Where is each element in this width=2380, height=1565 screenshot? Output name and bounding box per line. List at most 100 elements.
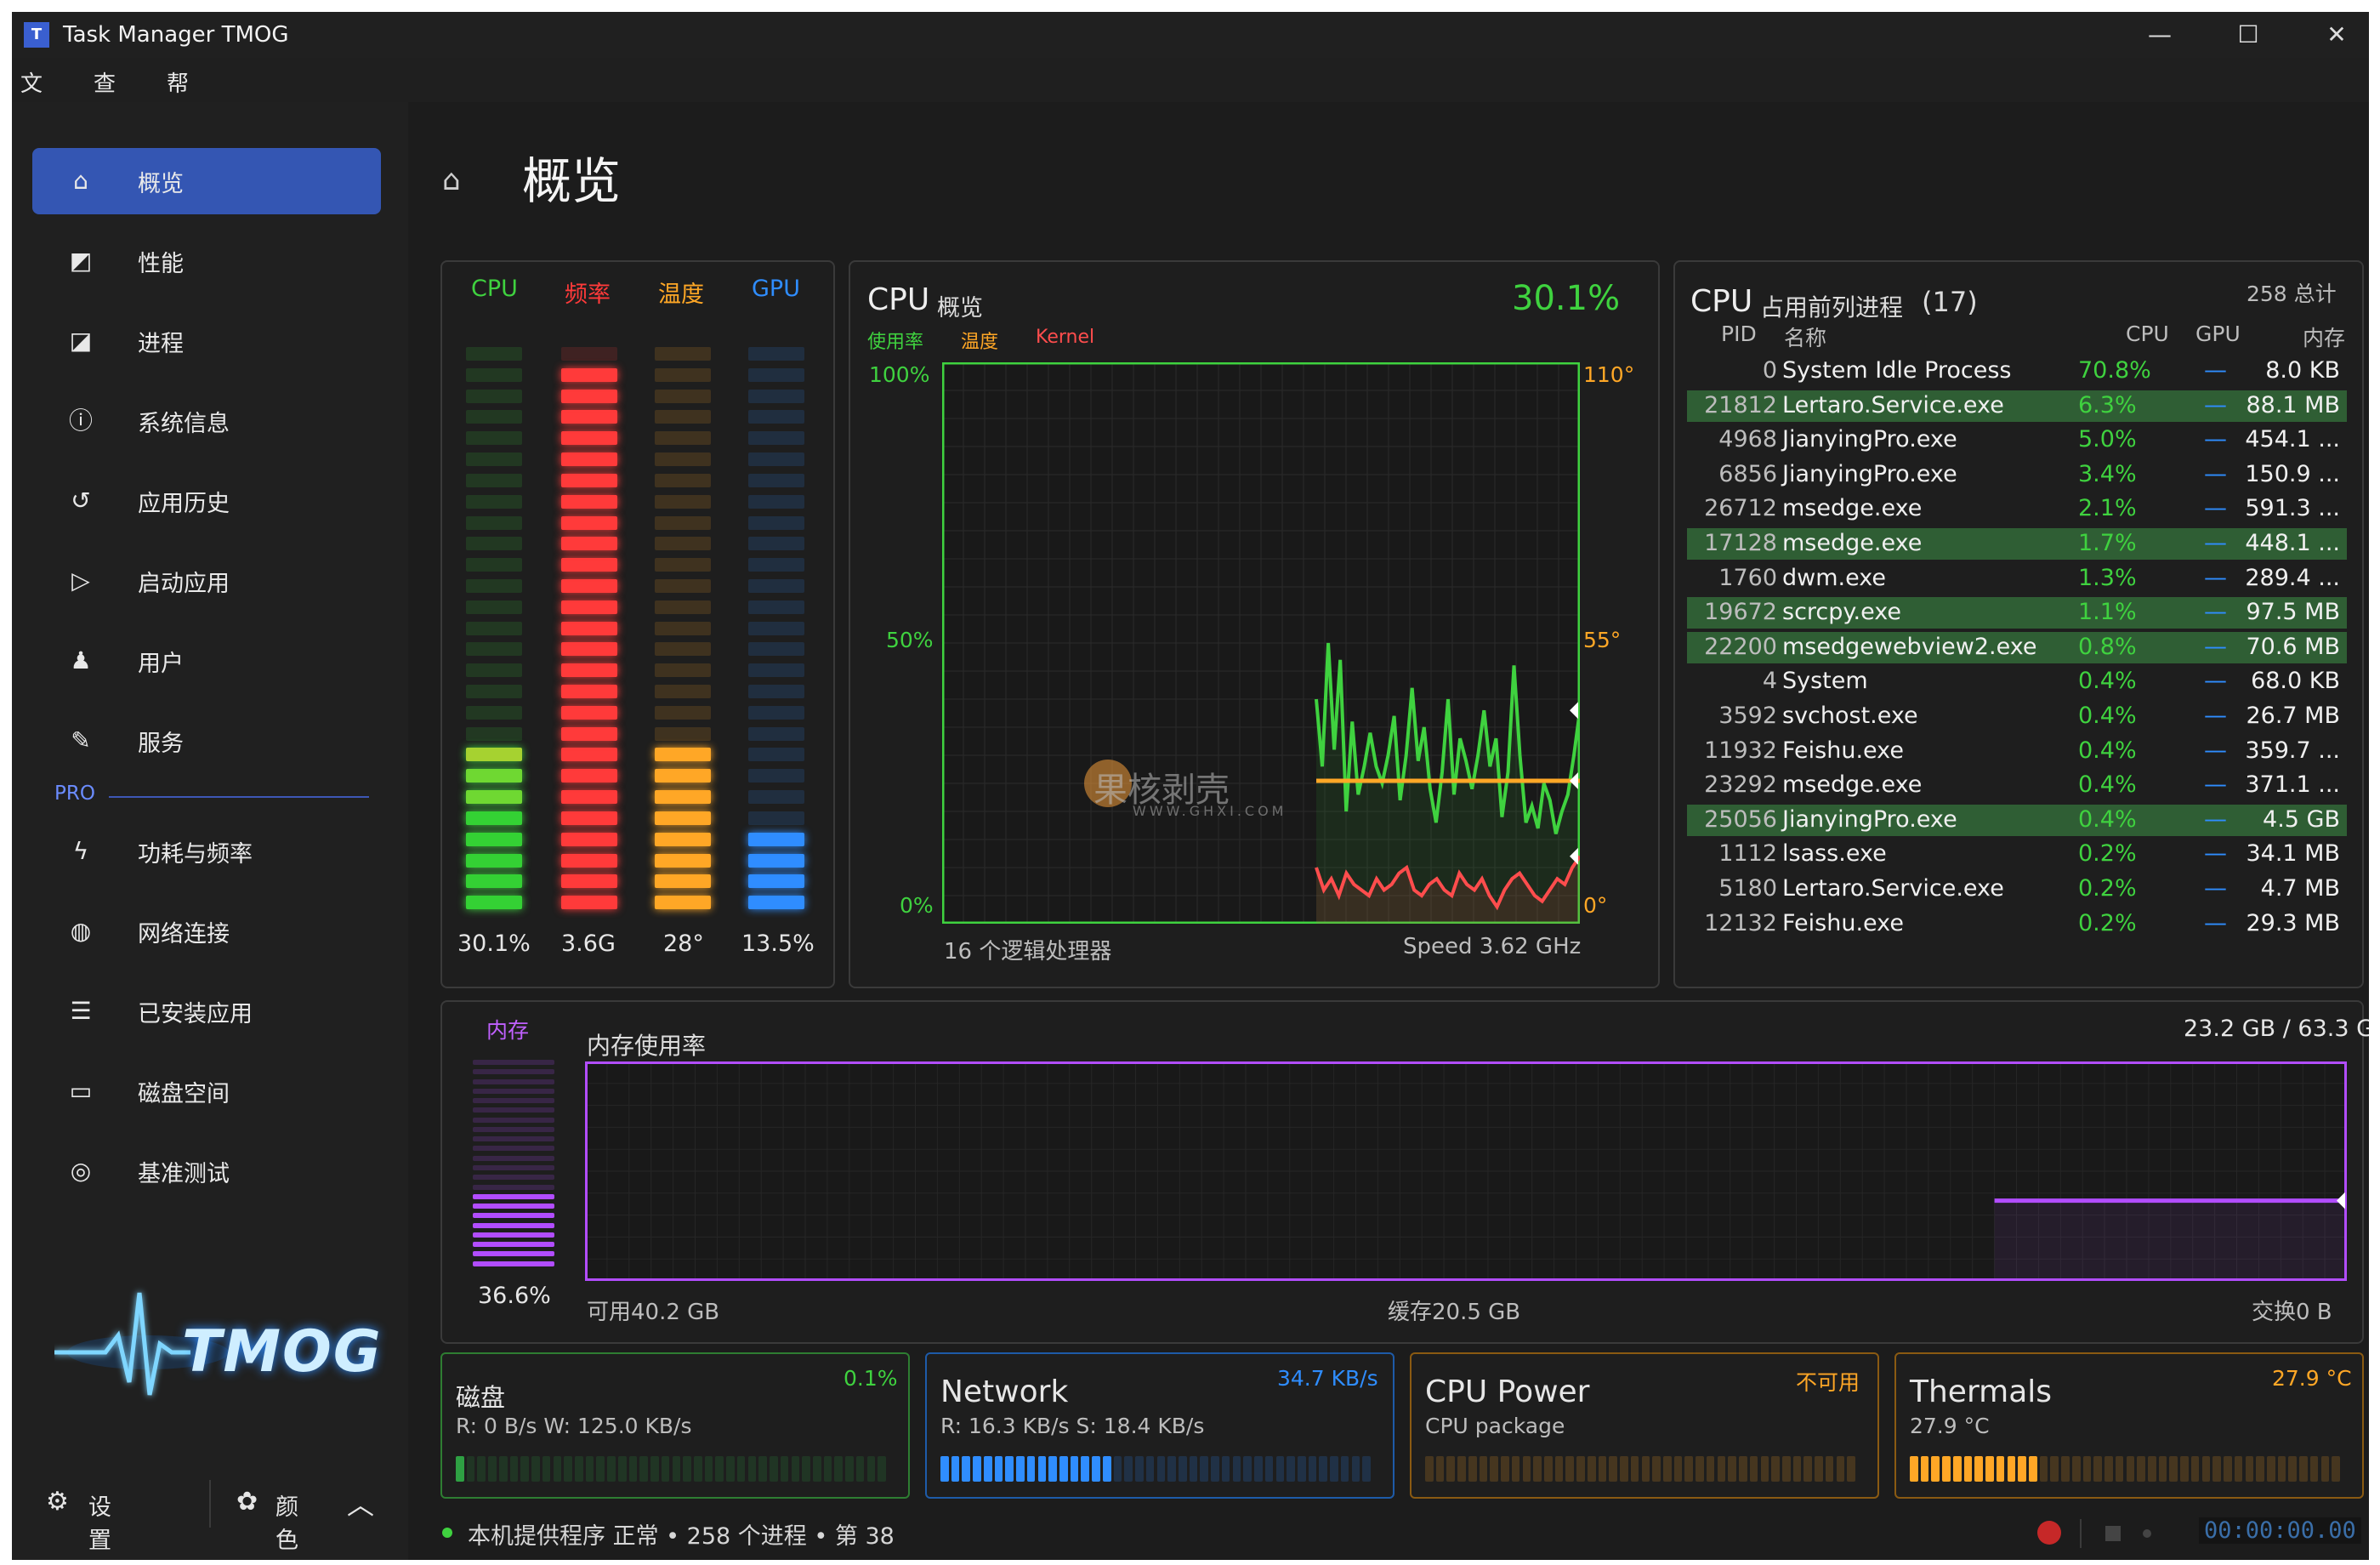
process-pid-cell: 17128	[1704, 530, 1777, 556]
cpu-power-card[interactable]: CPU Power 不可用 CPU package	[1410, 1352, 1879, 1499]
activity-segment	[962, 1456, 971, 1482]
activity-segment	[1781, 1456, 1791, 1482]
sidebar-item-network[interactable]: ◍ 网络连接	[32, 898, 381, 965]
gauge-segment	[748, 473, 804, 487]
gauge-segment	[748, 410, 804, 424]
process-row[interactable]: 4968 JianyingPro.exe 5.0% — 454.1 ...	[1687, 424, 2347, 456]
disk-card[interactable]: 磁盘 0.1% R: 0 B/s W: 125.0 KB/s	[440, 1352, 910, 1499]
process-mem-cell: 359.7 ...	[2245, 737, 2340, 764]
stop-icon[interactable]	[2105, 1526, 2121, 1541]
process-row[interactable]: 3592 svchost.exe 0.4% — 26.7 MB	[1687, 701, 2347, 732]
sidebar-item-app-history[interactable]: ↺ 应用历史	[32, 468, 381, 534]
activity-segment	[1167, 1456, 1176, 1482]
gauge-segment	[655, 537, 711, 551]
sidebar-item-services[interactable]: ✎ 服务	[32, 708, 381, 774]
memory-panel: 内存 36.6% 内存使用率 23.2 GB / 63.3 GB 可用40.2 …	[440, 1000, 2369, 1344]
gauge-segment	[466, 347, 522, 361]
cpu-speed-label: Speed 3.62 GHz	[1403, 934, 1582, 959]
activity-segment	[1113, 1456, 1122, 1482]
process-row[interactable]: 1760 dwm.exe 1.3% — 289.4 ...	[1687, 563, 2347, 595]
cpu-overview-subtitle: 概览	[937, 295, 983, 322]
thermals-card[interactable]: Thermals 27.9 °C 27.9 °C	[1894, 1352, 2364, 1499]
col-pid[interactable]: PID	[1721, 322, 1757, 346]
activity-segment	[1996, 1456, 2005, 1482]
minimize-button[interactable]: —	[2116, 12, 2204, 58]
process-row[interactable]: 25056 JianyingPro.exe 0.4% — 4.5 GB	[1687, 804, 2347, 836]
process-row[interactable]: 1112 lsass.exe 0.2% — 34.1 MB	[1687, 839, 2347, 870]
activity-segment	[2029, 1456, 2037, 1482]
process-cpu-cell: 1.3%	[2078, 564, 2137, 591]
gpu-gauge-value: 13.5%	[741, 930, 815, 957]
process-pid-cell: 1112	[1718, 840, 1777, 868]
process-pid-cell: 26712	[1704, 495, 1777, 522]
y-left-mid: 50%	[886, 628, 934, 652]
gauge-segment	[748, 874, 804, 889]
process-row[interactable]: 17128 msedge.exe 1.7% — 448.1 ...	[1687, 528, 2347, 560]
process-pid-cell: 4	[1762, 668, 1777, 695]
activity-segment	[1081, 1456, 1090, 1482]
memory-gauge-segment	[473, 1088, 554, 1094]
gauge-segment	[561, 705, 617, 720]
activity-segment	[1652, 1456, 1661, 1482]
chevron-up-icon[interactable]: ︿	[347, 1483, 374, 1522]
title-bar[interactable]: T Task Manager TMOG — ☐ ✕	[12, 12, 2369, 58]
process-row[interactable]: 22200 msedgewebview2.exe 0.8% — 70.6 MB	[1687, 631, 2347, 663]
network-card[interactable]: Network 34.7 KB/s R: 16.3 KB/s S: 18.4 K…	[925, 1352, 1394, 1499]
sidebar-item-system-info[interactable]: ⓘ 系统信息	[32, 388, 381, 454]
col-cpu[interactable]: CPU	[2126, 322, 2169, 346]
process-row[interactable]: 26712 msedge.exe 2.1% — 591.3 ...	[1687, 493, 2347, 525]
process-name-cell: msedge.exe	[1782, 495, 1923, 522]
gauge-segment	[466, 790, 522, 805]
activity-segment	[1931, 1456, 1940, 1482]
maximize-button[interactable]: ☐	[2204, 12, 2292, 58]
gauge-segment	[561, 473, 617, 487]
sidebar-item-power-frequency[interactable]: ϟ 功耗与频率	[32, 818, 381, 885]
process-row[interactable]: 12132 Feishu.exe 0.2% — 29.3 MB	[1687, 908, 2347, 940]
col-name[interactable]: 名称	[1784, 322, 1826, 352]
memory-level-bar	[473, 1058, 554, 1269]
process-row[interactable]: 6856 JianyingPro.exe 3.4% — 150.9 ...	[1687, 459, 2347, 491]
activity-segment	[1102, 1456, 1111, 1482]
process-row[interactable]: 23292 msedge.exe 0.4% — 371.1 ...	[1687, 770, 2347, 801]
gauge-segment	[655, 558, 711, 572]
record-icon[interactable]	[2037, 1521, 2061, 1545]
home-breadcrumb-icon[interactable]: ⌂	[442, 163, 461, 197]
sidebar-item-installed-apps[interactable]: ☰ 已安装应用	[32, 978, 381, 1044]
temp-level-bar	[655, 344, 711, 913]
sidebar-item-disk-space[interactable]: ▭ 磁盘空间	[32, 1058, 381, 1124]
activity-segment	[2256, 1456, 2264, 1482]
activity-segment	[1942, 1456, 1951, 1482]
activity-segment	[2050, 1456, 2059, 1482]
sidebar-item-users[interactable]: ♟ 用户	[32, 628, 381, 694]
process-cpu-cell: 1.7%	[2078, 530, 2137, 556]
close-button[interactable]: ✕	[2292, 12, 2369, 58]
col-memory[interactable]: 内存	[2303, 322, 2345, 352]
process-row[interactable]: 0 System Idle Process 70.8% — 8.0 KB	[1687, 356, 2347, 387]
sidebar-item-processes[interactable]: ◪ 进程	[32, 308, 381, 374]
process-row[interactable]: 19672 scrcpy.exe 1.1% — 97.5 MB	[1687, 597, 2347, 629]
process-cpu-cell: 70.8%	[2078, 357, 2151, 384]
memory-gauge-segment	[473, 1204, 554, 1209]
activity-segment	[1189, 1456, 1198, 1482]
process-pid-cell: 3592	[1718, 703, 1777, 729]
activity-segment	[866, 1456, 876, 1482]
process-row[interactable]: 4 System 0.4% — 68.0 KB	[1687, 666, 2347, 697]
gauge-segment	[655, 494, 711, 509]
activity-segment	[498, 1456, 508, 1482]
gauge-segment	[466, 452, 522, 467]
gauge-segment	[748, 642, 804, 657]
sidebar-item-overview[interactable]: ⌂ 概览	[32, 148, 381, 214]
process-row[interactable]: 5180 Lertaro.Service.exe 0.2% — 4.7 MB	[1687, 874, 2347, 905]
sidebar-item-startup[interactable]: ▷ 启动应用	[32, 548, 381, 614]
bottom-divider	[209, 1480, 211, 1528]
process-row[interactable]: 11932 Feishu.exe 0.4% — 359.7 ...	[1687, 736, 2347, 767]
gauge-segment	[466, 473, 522, 487]
process-row[interactable]: 21812 Lertaro.Service.exe 6.3% — 88.1 MB	[1687, 390, 2347, 422]
process-mem-cell: 289.4 ...	[2245, 564, 2340, 591]
sidebar-item-benchmark[interactable]: ◎ 基准测试	[32, 1138, 381, 1204]
sidebar-item-performance[interactable]: ◩ 性能	[32, 228, 381, 294]
col-gpu[interactable]: GPU	[2195, 322, 2241, 346]
pause-dot-icon[interactable]	[2143, 1529, 2151, 1538]
activity-segment	[1178, 1456, 1187, 1482]
sidebar-item-label: 功耗与频率	[138, 841, 253, 868]
